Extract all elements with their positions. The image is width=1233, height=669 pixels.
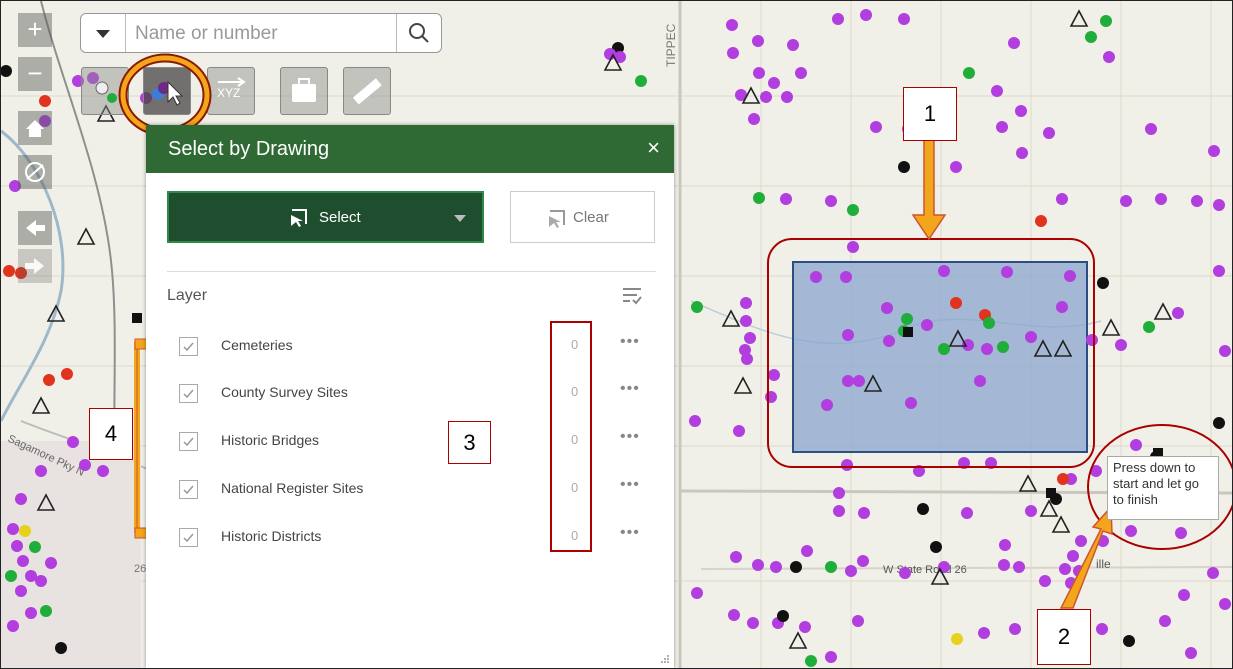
zoom-in-button[interactable]: + (18, 13, 52, 47)
layer-label: Historic Bridges (221, 432, 320, 448)
coordinate-tool-button[interactable]: XYZ (207, 67, 255, 115)
layer-row-historic-bridges[interactable]: Historic Bridges 0 ••• (146, 428, 674, 458)
search-source-dropdown[interactable] (81, 14, 126, 52)
back-button[interactable] (18, 211, 52, 245)
print-tool-button[interactable] (280, 67, 328, 115)
checkmark-icon (183, 389, 194, 399)
search-button[interactable] (396, 14, 441, 52)
xyz-icon: XYZ (217, 77, 246, 100)
checkmark-icon (183, 437, 194, 447)
ruler-icon (352, 78, 382, 105)
callout-1: 1 (903, 87, 957, 141)
checkmark-icon (183, 533, 194, 543)
clear-polygon-icon (549, 210, 565, 228)
more-options-icon[interactable]: ••• (620, 380, 640, 398)
arrow-left-icon (26, 220, 45, 236)
road-label-tippec: TIPPEC (664, 23, 678, 67)
more-options-icon[interactable]: ••• (620, 428, 640, 446)
svg-text:XYZ: XYZ (217, 86, 240, 100)
callout-3: 3 (448, 421, 491, 464)
divider (167, 271, 656, 272)
checkmark-icon (183, 342, 194, 352)
layer-row-cemeteries[interactable]: Cemeteries 0 ••• (146, 333, 674, 363)
layer-checkbox[interactable] (179, 480, 198, 499)
screenshot-frame: TIPPEC Sagamore Pky N W State Road 26 26… (0, 0, 1233, 669)
layer-label: Historic Districts (221, 528, 322, 544)
panel-title: Select by Drawing (168, 138, 330, 160)
locate-button[interactable] (18, 155, 52, 189)
layer-label: County Survey Sites (221, 384, 348, 400)
callout-4: 4 (89, 408, 133, 460)
measure-tool-button[interactable] (343, 67, 391, 115)
layer-label: National Register Sites (221, 480, 364, 496)
layer-checkbox[interactable] (179, 432, 198, 451)
search-input[interactable] (133, 20, 427, 48)
layer-checkbox[interactable] (179, 384, 198, 403)
layer-column-header: Layer (167, 287, 208, 304)
home-button[interactable] (18, 111, 52, 145)
search-icon (409, 23, 429, 43)
forward-button[interactable] (18, 249, 52, 283)
resize-grip-icon[interactable] (660, 654, 670, 664)
checkmark-icon (183, 485, 194, 495)
more-options-icon[interactable]: ••• (620, 333, 640, 351)
select-button[interactable]: Select (167, 191, 484, 243)
drawing-tooltip: Press down to start and let go to finish (1107, 456, 1219, 520)
panel-header: Select by Drawing × (146, 125, 674, 173)
briefcase-icon (292, 78, 316, 102)
close-button[interactable]: × (647, 135, 660, 161)
road-label-state-road: W State Road 26 (883, 564, 967, 576)
select-by-drawing-panel: Select by Drawing × Select Clear Layer C… (146, 125, 674, 668)
chevron-down-icon[interactable] (454, 215, 466, 222)
select-polygon-icon (291, 209, 307, 227)
layer-row-historic-districts[interactable]: Historic Districts 0 ••• (146, 524, 674, 554)
more-options-icon[interactable]: ••• (620, 524, 640, 542)
select-label: Select (319, 209, 361, 226)
road-label-26: 26 (134, 563, 146, 575)
zoom-out-button[interactable]: − (18, 57, 52, 91)
counts-highlight-box (550, 321, 592, 552)
layer-row-national-register-sites[interactable]: National Register Sites 0 ••• (146, 476, 674, 506)
clear-button[interactable]: Clear (510, 191, 655, 243)
layer-row-county-survey-sites[interactable]: County Survey Sites 0 ••• (146, 380, 674, 410)
town-label-ille: ille (1096, 557, 1111, 571)
layer-checkbox[interactable] (179, 528, 198, 547)
more-options-icon[interactable]: ••• (620, 476, 640, 494)
layer-label: Cemeteries (221, 337, 293, 353)
layer-checkbox[interactable] (179, 337, 198, 356)
home-icon (26, 120, 44, 137)
arrow-right-icon (25, 258, 44, 274)
callout-2: 2 (1037, 609, 1091, 665)
filter-options-icon[interactable] (621, 285, 643, 305)
search-box[interactable] (80, 13, 442, 53)
locate-icon (25, 162, 45, 182)
clear-label: Clear (573, 209, 609, 226)
